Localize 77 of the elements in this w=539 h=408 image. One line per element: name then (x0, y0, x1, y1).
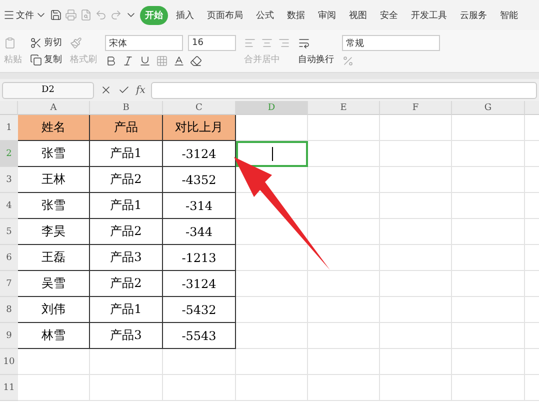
table-cell: 对比上月 (163, 115, 236, 141)
copy-button[interactable]: 复制 (30, 53, 62, 66)
wrap-text-button[interactable]: 自动换行 (298, 52, 334, 66)
ribbon-tab[interactable]: 公式 (251, 6, 279, 24)
row-header[interactable]: 4 (0, 193, 18, 219)
table-cell: 张雪 (18, 141, 90, 167)
table-cell: 产品2 (90, 167, 163, 193)
table-cell: 吴雪 (18, 271, 90, 297)
number-format-select[interactable]: 常规 (342, 35, 440, 51)
table-cell: -5432 (163, 297, 236, 323)
table-cell: 产品2 (90, 219, 163, 245)
row-header[interactable]: 3 (0, 167, 18, 193)
table-cell: 产品1 (90, 193, 163, 219)
cancel-icon[interactable] (100, 84, 112, 96)
clipboard-icon[interactable] (4, 36, 16, 48)
save-icon[interactable] (50, 9, 62, 21)
table-cell: 王磊 (18, 245, 90, 271)
wrap-text-icon[interactable] (298, 36, 310, 48)
row-header[interactable]: 5 (0, 219, 18, 245)
ribbon-tab[interactable]: 插入 (171, 6, 199, 24)
menu-icon[interactable] (3, 9, 15, 21)
table-cell: 产品3 (90, 323, 163, 349)
table-cell: 产品3 (90, 245, 163, 271)
cut-button[interactable]: 剪切 (30, 36, 62, 49)
name-box[interactable]: D2 (2, 82, 94, 98)
table-cell: -3124 (163, 141, 236, 167)
row-header[interactable]: 7 (0, 271, 18, 297)
table-cell: 王林 (18, 167, 90, 193)
table-cell: -344 (163, 219, 236, 245)
row-header[interactable]: 1 (0, 115, 18, 141)
column-header[interactable]: G (452, 101, 525, 115)
column-header[interactable]: F (380, 101, 452, 115)
row-header[interactable]: 8 (0, 297, 18, 323)
active-cell[interactable] (236, 141, 308, 167)
table-cell: -4352 (163, 167, 236, 193)
table-cell: 张雪 (18, 193, 90, 219)
font-select[interactable]: 宋体 (105, 35, 183, 51)
file-menu[interactable]: 文件 (3, 8, 47, 22)
column-header[interactable]: E (308, 101, 380, 115)
row-header[interactable]: 9 (0, 323, 18, 349)
function-label[interactable]: fx (136, 84, 146, 96)
ribbon-tab[interactable]: 页面布局 (202, 6, 248, 24)
table-cell: 产品1 (90, 297, 163, 323)
table-cell: 刘伟 (18, 297, 90, 323)
table-cell: -314 (163, 193, 236, 219)
row-header[interactable]: 11 (0, 375, 18, 401)
table-cell: 产品2 (90, 271, 163, 297)
column-header[interactable]: C (163, 101, 236, 115)
check-icon[interactable] (118, 84, 130, 96)
italic-icon[interactable] (122, 55, 134, 67)
underline-icon[interactable] (139, 55, 151, 67)
copy-icon[interactable] (30, 54, 42, 66)
column-header[interactable]: B (90, 101, 163, 115)
ribbon-tab[interactable]: 审阅 (313, 6, 341, 24)
table-cell: 姓名 (18, 115, 90, 141)
table-cell: -1213 (163, 245, 236, 271)
table-cell: 李昊 (18, 219, 90, 245)
ribbon-tab[interactable]: 云服务 (455, 6, 492, 24)
column-header[interactable]: A (18, 101, 90, 115)
table-cell: 林雪 (18, 323, 90, 349)
ribbon-tab[interactable]: 开发工具 (406, 6, 452, 24)
eraser-icon[interactable] (190, 55, 202, 67)
bold-icon[interactable] (105, 55, 117, 67)
row-header[interactable]: 6 (0, 245, 18, 271)
ribbon-tab[interactable]: 智能 (495, 6, 523, 24)
row-header[interactable]: 10 (0, 349, 18, 375)
table-cell: -3124 (163, 271, 236, 297)
table-cell: 产品 (90, 115, 163, 141)
ribbon-tab[interactable]: 视图 (344, 6, 372, 24)
font-size-select[interactable]: 16 (188, 35, 236, 51)
ribbon-tab[interactable]: 数据 (282, 6, 310, 24)
font-color-icon[interactable] (173, 55, 185, 67)
table-cell: -5543 (163, 323, 236, 349)
ribbon-tab[interactable]: 安全 (375, 6, 403, 24)
scissors-icon[interactable] (30, 36, 42, 48)
table-cell: 产品1 (90, 141, 163, 167)
formula-input[interactable] (151, 82, 537, 98)
